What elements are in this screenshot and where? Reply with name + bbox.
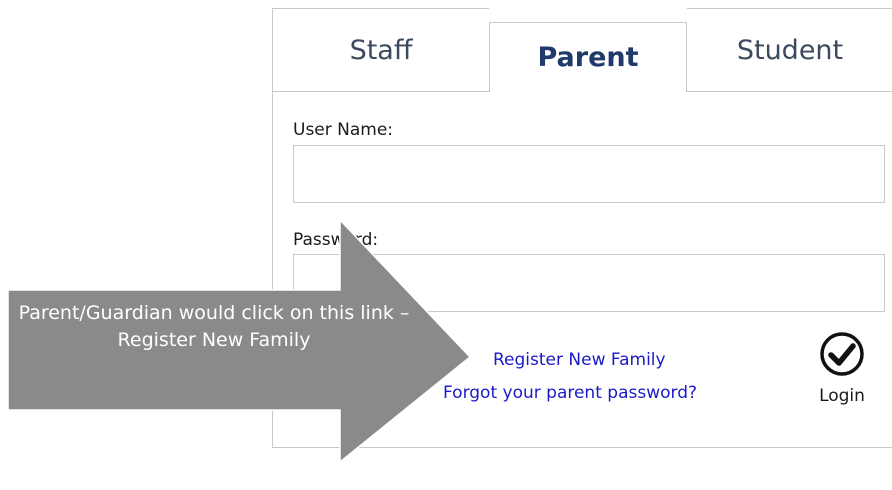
login-panel: Staff Parent Student User Name: Password… — [272, 8, 892, 448]
forgot-password-link[interactable]: Forgot your parent password? — [443, 383, 697, 403]
register-new-family-link[interactable]: Register New Family — [493, 350, 666, 370]
username-label: User Name: — [293, 120, 394, 140]
login-button[interactable]: Login — [805, 330, 879, 406]
tab-student[interactable]: Student — [687, 8, 892, 92]
tab-parent[interactable]: Parent — [489, 22, 687, 92]
login-label: Login — [819, 386, 865, 406]
username-input[interactable] — [293, 145, 885, 203]
check-circle-icon — [820, 332, 864, 376]
tab-staff[interactable]: Staff — [273, 8, 489, 92]
password-input[interactable] — [293, 254, 885, 312]
password-label: Password: — [293, 230, 379, 250]
